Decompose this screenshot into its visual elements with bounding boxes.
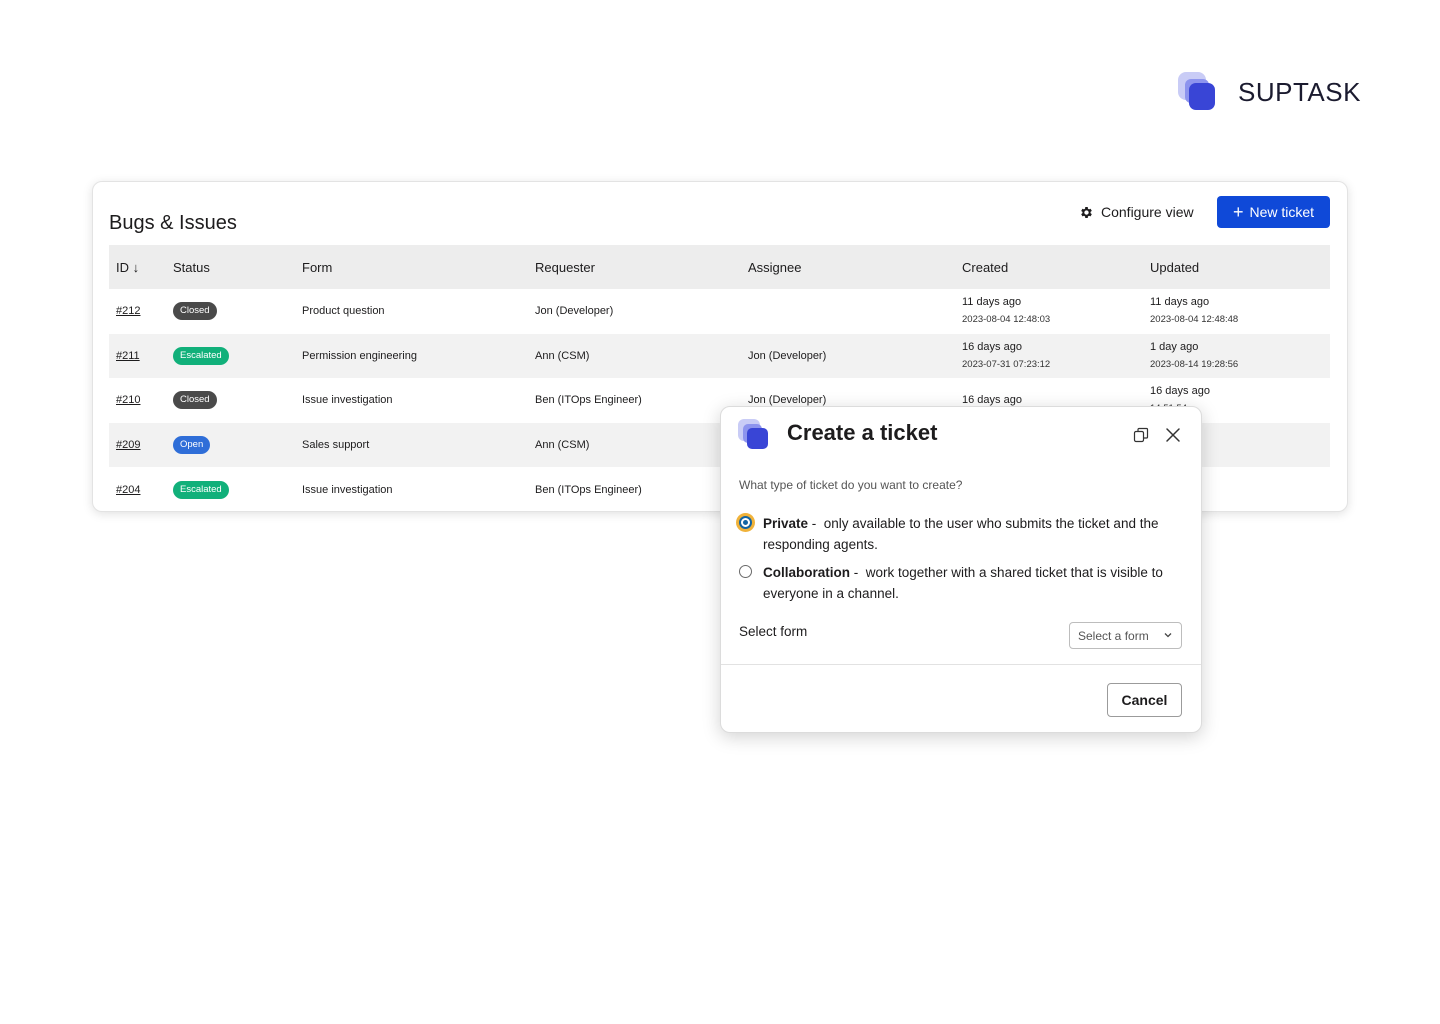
modal-title: Create a ticket (787, 420, 938, 445)
column-header-created[interactable]: Created (955, 245, 1143, 289)
ticket-id-link[interactable]: #204 (116, 484, 140, 496)
new-ticket-button[interactable]: + New ticket (1217, 196, 1330, 228)
brand: SUPTASK (1178, 72, 1361, 112)
modal-divider (721, 664, 1201, 665)
cancel-button[interactable]: Cancel (1107, 683, 1182, 717)
table-row[interactable]: #212 Closed Product question Jon (Develo… (109, 289, 1330, 334)
requester-cell: Ben (ITOps Engineer) (535, 394, 642, 407)
suptask-logo-icon (738, 419, 770, 451)
column-header-form[interactable]: Form (295, 245, 528, 289)
sort-down-arrow-icon: ↓ (132, 259, 140, 275)
status-badge: Closed (173, 391, 217, 410)
requester-cell: Ann (CSM) (535, 439, 590, 452)
plus-icon: + (1232, 202, 1244, 222)
column-header-assignee[interactable]: Assignee (741, 245, 955, 289)
ticket-id-link[interactable]: #211 (116, 350, 140, 362)
copy-icon[interactable] (1131, 425, 1151, 445)
collaboration-label: Collaboration (763, 565, 850, 580)
gear-icon (1081, 206, 1092, 218)
private-label: Private (763, 516, 809, 531)
ticket-id-link[interactable]: #209 (116, 439, 140, 451)
created-cell: 11 days ago 2023-08-04 12:48:03 (962, 296, 1051, 326)
ticket-id-link[interactable]: #212 (116, 305, 140, 317)
column-header-requester[interactable]: Requester (528, 245, 741, 289)
select-form-dropdown[interactable]: Select a form (1069, 622, 1182, 649)
table-header-row: ID ↓ Status Form Requester Assignee Crea… (109, 245, 1330, 289)
configure-view-button[interactable]: Configure view (1079, 202, 1194, 222)
created-cell: 16 days ago 2023-07-31 07:23:12 (962, 340, 1051, 370)
form-cell: Issue investigation (302, 483, 393, 496)
status-badge: Closed (173, 302, 217, 321)
assignee-cell: Jon (Developer) (748, 349, 827, 362)
status-badge: Escalated (173, 346, 229, 365)
ticket-type-question: What type of ticket do you want to creat… (739, 478, 963, 492)
collaboration-radio[interactable] (739, 565, 752, 578)
requester-cell: Ben (ITOps Engineer) (535, 483, 642, 496)
form-cell: Permission engineering (302, 349, 417, 362)
create-ticket-modal: Create a ticket What type of ticket do y… (720, 406, 1202, 733)
select-form-placeholder: Select a form (1078, 628, 1149, 643)
updated-cell: 1 day ago 2023-08-14 19:28:56 (1150, 340, 1239, 370)
new-ticket-label: New ticket (1249, 204, 1315, 220)
form-cell: Sales support (302, 439, 370, 452)
form-cell: Issue investigation (302, 394, 393, 407)
chevron-down-icon (1164, 633, 1172, 638)
configure-view-label: Configure view (1101, 204, 1194, 220)
column-header-updated[interactable]: Updated (1143, 245, 1330, 289)
page-title: Bugs & Issues (109, 212, 237, 234)
updated-cell: 11 days ago 2023-08-04 12:48:48 (1150, 296, 1239, 326)
select-form-label: Select form (739, 624, 808, 639)
ticket-id-link[interactable]: #210 (116, 394, 140, 406)
private-option[interactable]: Private - only available to the user who… (739, 513, 1179, 555)
collaboration-option[interactable]: Collaboration - work together with a sha… (739, 562, 1179, 604)
status-badge: Open (173, 436, 211, 455)
status-badge: Escalated (173, 480, 229, 499)
private-radio[interactable] (739, 516, 752, 529)
assignee-cell (741, 289, 955, 334)
brand-name: SUPTASK (1238, 76, 1361, 107)
requester-cell: Ann (CSM) (535, 349, 590, 362)
suptask-logo-icon (1178, 72, 1218, 112)
form-cell: Product question (302, 305, 385, 318)
close-icon[interactable] (1163, 425, 1183, 445)
column-header-id[interactable]: ID ↓ (109, 245, 166, 289)
table-row[interactable]: #211 Escalated Permission engineering An… (109, 333, 1330, 379)
column-header-status[interactable]: Status (166, 245, 295, 289)
requester-cell: Jon (Developer) (535, 305, 614, 318)
